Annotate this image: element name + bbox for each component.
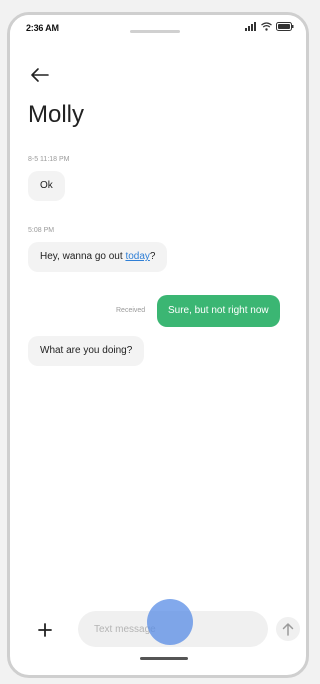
status-icons	[245, 22, 294, 31]
message-text: ?	[149, 251, 156, 262]
signal-icon	[245, 22, 256, 31]
back-button[interactable]	[28, 65, 52, 85]
message-bubble-incoming[interactable]: Ok	[28, 171, 65, 201]
message-bubble-incoming[interactable]: What are you doing?	[28, 336, 145, 366]
message-text: Hey, wanna go out	[40, 251, 126, 262]
phone-frame: 2:36 AM Molly 8-5 11:18 PM Ok 5:08 PM He…	[7, 12, 309, 678]
message-bubble-incoming[interactable]: Hey, wanna go out today?	[28, 242, 168, 272]
contact-name: Molly	[28, 101, 85, 128]
send-button[interactable]	[276, 617, 300, 641]
message-input[interactable]	[78, 611, 268, 647]
status-time: 2:36 AM	[26, 23, 59, 33]
arrow-left-icon	[31, 68, 49, 82]
add-attachment-button[interactable]	[32, 617, 58, 643]
plus-icon	[38, 623, 52, 637]
message-bubble-outgoing[interactable]: Sure, but not right now	[157, 295, 280, 327]
home-indicator[interactable]	[140, 657, 188, 660]
message-timestamp: 5:08 PM	[28, 227, 55, 234]
arrow-up-icon	[282, 623, 294, 636]
notch	[130, 30, 180, 33]
status-bar: 2:36 AM	[10, 15, 306, 45]
wifi-icon	[261, 22, 272, 31]
received-status: Received	[116, 307, 146, 314]
date-link[interactable]: today	[125, 251, 149, 262]
battery-icon	[276, 22, 294, 31]
message-timestamp: 8-5 11:18 PM	[28, 156, 70, 163]
